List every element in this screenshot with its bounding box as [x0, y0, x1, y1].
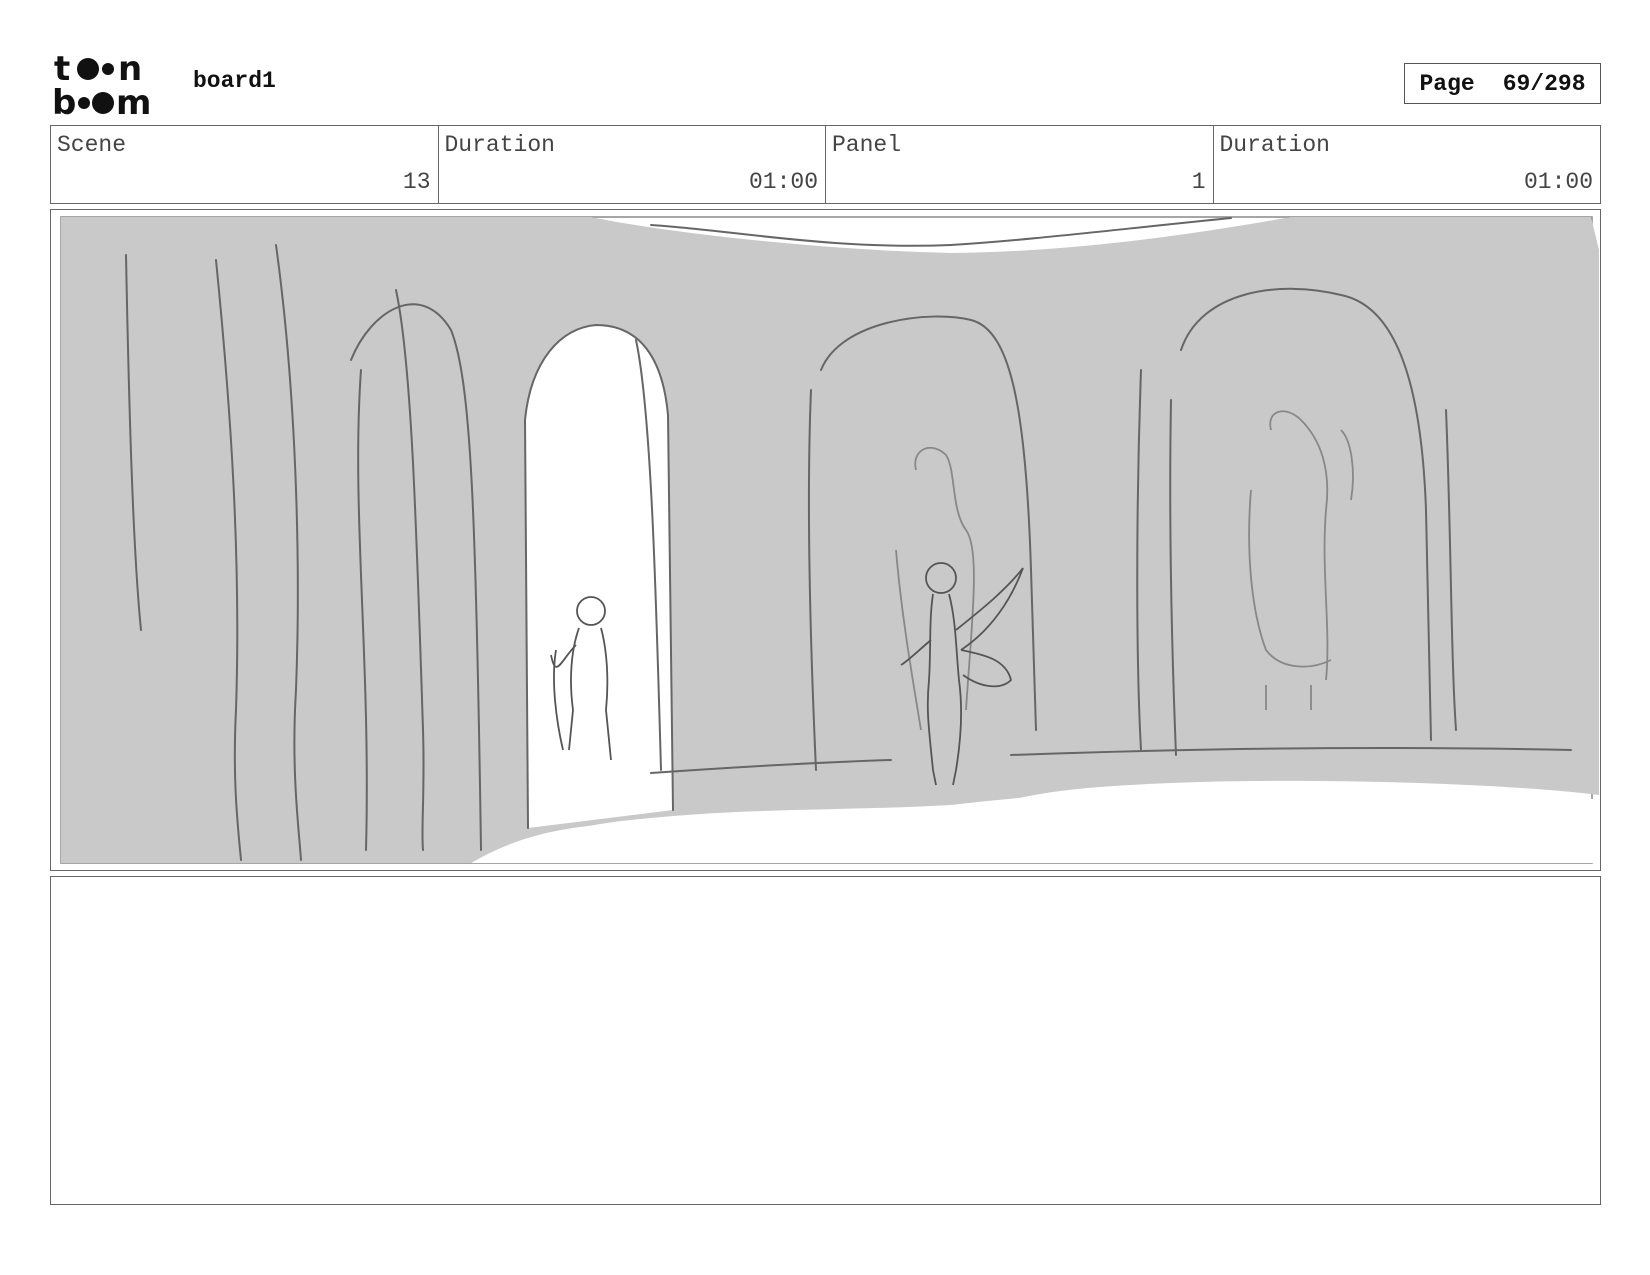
svg-text:b: b [52, 83, 76, 118]
page-indicator: Page 69/298 [1404, 63, 1601, 104]
panel-value: 1 [1191, 169, 1206, 195]
scene-duration-cell: Duration 01:00 [439, 126, 826, 203]
scene-cell: Scene 13 [51, 126, 439, 203]
wall-shape [61, 217, 1599, 863]
panel-duration-cell: Duration 01:00 [1214, 126, 1601, 203]
panel-duration-value: 01:00 [1523, 169, 1593, 195]
doorway [525, 325, 673, 828]
svg-text:m: m [116, 83, 151, 118]
panel-label: Panel [832, 132, 902, 158]
logo-graphic: t n b m [52, 49, 151, 123]
scene-value: 13 [402, 169, 431, 195]
scene-info-row: Scene 13 Duration 01:00 Panel 1 Duration… [50, 125, 1601, 204]
toon-boom-logo: t n b m [52, 49, 172, 123]
page-number: 69/298 [1502, 70, 1586, 97]
notes-area [50, 876, 1601, 1205]
sketch-drawing [60, 216, 1599, 864]
scene-duration-label: Duration [444, 132, 555, 158]
panel-duration-label: Duration [1219, 132, 1330, 158]
scene-duration-value: 01:00 [748, 169, 818, 195]
panel-cell: Panel 1 [826, 126, 1214, 203]
scene-label: Scene [57, 132, 127, 158]
board-title: board1 [193, 68, 276, 94]
page-label: Page [1419, 70, 1475, 97]
storyboard-panel [50, 209, 1601, 871]
